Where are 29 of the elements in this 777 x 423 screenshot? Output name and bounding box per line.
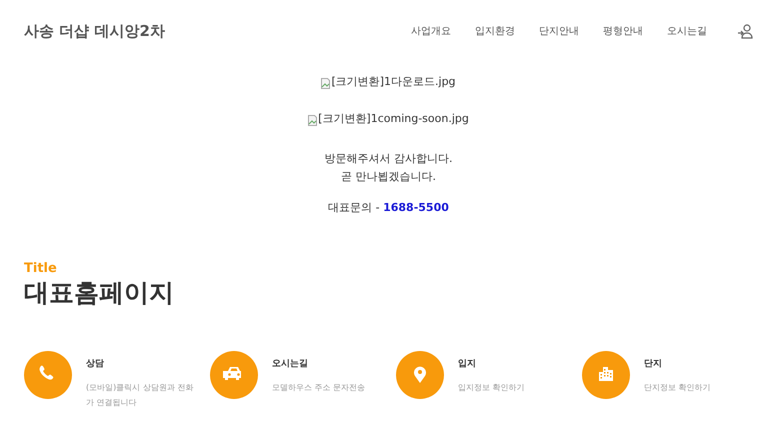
image-alt-text: [크기변환]1coming-soon.jpg — [318, 111, 469, 126]
feature-title: 오시는길 — [272, 359, 308, 369]
nav-link[interactable]: 오시는길 — [667, 24, 707, 38]
nav-link[interactable]: 입지환경 — [475, 24, 515, 38]
contact-phone[interactable]: 1688-5500 — [383, 201, 449, 214]
broken-image-icon — [308, 115, 318, 126]
section-eyebrow: Title — [24, 261, 57, 276]
message-line: 곧 만나뵙겠습니다. — [340, 169, 437, 185]
nav-link[interactable]: 단지안내 — [539, 24, 579, 38]
broken-image-icon — [321, 78, 330, 89]
nav-link[interactable]: 사업개요 — [411, 24, 451, 38]
feature-description: 단지정보 확인하기 — [644, 382, 712, 394]
image-alt-text: [크기변환]1다운로드.jpg — [331, 74, 456, 89]
feature-title: 입지 — [458, 359, 476, 369]
feature-icon-circle[interactable] — [582, 351, 630, 399]
feature-description: 모델하우스 주소 문자전송 — [272, 382, 366, 394]
feature-description: 입지정보 확인하기 — [458, 382, 526, 394]
nav-link[interactable]: 평형안내 — [603, 24, 643, 38]
section-heading: 대표홈페이지 — [24, 278, 174, 307]
feature-icon-circle[interactable] — [210, 351, 258, 399]
login-icon[interactable] — [737, 23, 753, 39]
feature-title: 단지 — [644, 359, 662, 369]
site-logo[interactable]: 사송 더샵 데시앙2차 — [24, 22, 411, 40]
feature-icon-circle[interactable] — [396, 351, 444, 399]
feature-description: (모바일)클릭시 상담원과 전화가 연결됩니다 — [86, 382, 194, 409]
feature-title: 상담 — [86, 359, 104, 369]
feature-icon-circle[interactable] — [24, 351, 72, 399]
contact-label: 대표문의 - — [328, 201, 381, 214]
message-line: 방문해주셔서 감사합니다. — [324, 151, 452, 167]
